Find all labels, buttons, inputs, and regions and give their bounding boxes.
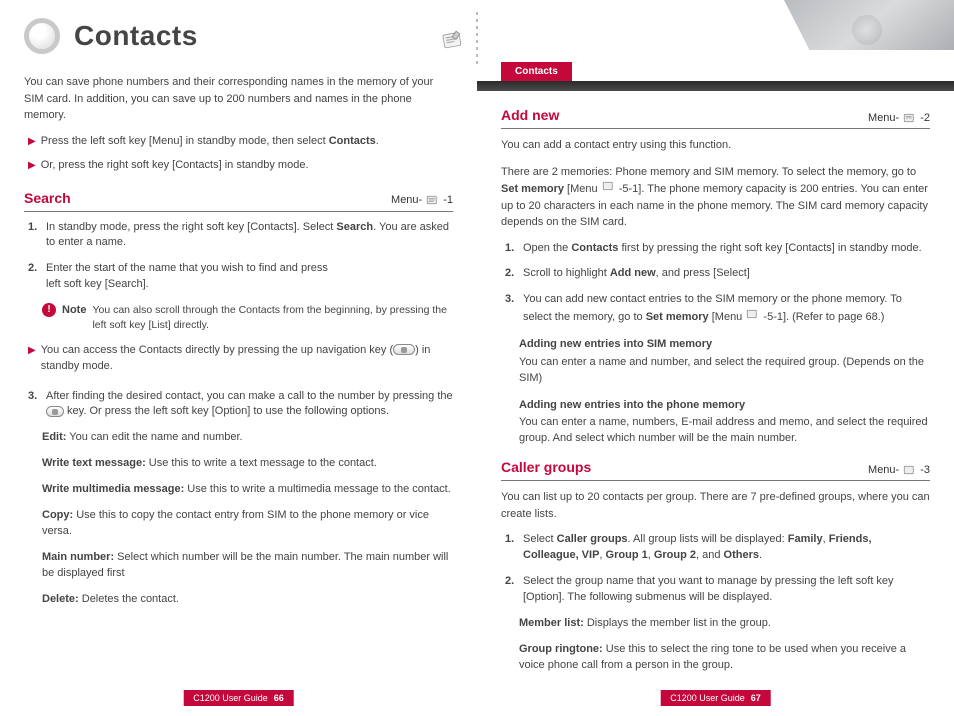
nav-hint: ▶ You can access the Contacts directly b…	[28, 343, 453, 375]
notepad-icon	[902, 464, 917, 476]
page-title: Contacts	[74, 20, 198, 52]
option-member-list: Member list: Displays the member list in…	[519, 616, 930, 632]
notepad-icon	[425, 194, 440, 206]
section-heading: Search	[24, 188, 391, 209]
nav-key-icon	[393, 344, 415, 355]
page-66: Contacts You can save phone numbers and …	[0, 0, 477, 716]
option-copy: Copy: Use this to copy the contact entry…	[42, 508, 453, 540]
menu-path: Menu- -2	[868, 110, 930, 127]
list-item: 1.Select Caller groups. All group lists …	[505, 532, 930, 564]
list-item: 1. In standby mode, press the right soft…	[28, 220, 453, 252]
phone-subhead: Adding new entries into the phone memory	[519, 397, 930, 414]
search-step-3: 3. After finding the desired contact, yo…	[28, 389, 453, 421]
intro-text: You can save phone numbers and their cor…	[24, 74, 453, 608]
list-item: 3. After finding the desired contact, yo…	[28, 389, 453, 421]
option-edit: Edit: You can edit the name and number.	[42, 430, 453, 446]
page-header: Contacts	[24, 18, 453, 54]
list-item: 2.Scroll to highlight Add new, and press…	[505, 266, 930, 282]
section-heading: Add new	[501, 105, 868, 126]
call-key-icon	[46, 406, 64, 417]
arrow-icon: ▶	[28, 158, 36, 174]
arrow-icon: ▶	[28, 343, 36, 375]
page-67: Contacts Add new Menu- -2 You can add a …	[477, 0, 954, 716]
section-addnew-head: Add new Menu- -2	[501, 105, 930, 129]
list-item: 3.You can add new contact entries to the…	[505, 292, 930, 326]
bullet-item: ▶ Or, press the right soft key [Contacts…	[28, 158, 453, 174]
addnew-p2: There are 2 memories: Phone memory and S…	[501, 164, 930, 231]
addnew-p1: You can add a contact entry using this f…	[501, 137, 930, 154]
phone-photo	[784, 0, 954, 50]
phone-text: You can enter a name, numbers, E-mail ad…	[519, 415, 930, 447]
caller-p1: You can list up to 20 contacts per group…	[501, 489, 930, 522]
notepad-icon	[745, 308, 760, 320]
tab-contacts: Contacts	[501, 62, 572, 81]
page-number: 66	[274, 693, 284, 703]
header-stripe	[477, 81, 954, 91]
menu-path: Menu- -3	[868, 462, 930, 479]
option-write-text: Write text message: Use this to write a …	[42, 456, 453, 472]
list-item: 2.Select the group name that you want to…	[505, 574, 930, 606]
section-caller-head: Caller groups Menu- -3	[501, 457, 930, 481]
page-footer: C1200 User Guide 67	[660, 690, 771, 706]
note-callout: ! Note You can also scroll through the C…	[42, 303, 453, 332]
nav-instructions: ▶ Press the left soft key [Menu] in stan…	[28, 134, 453, 174]
search-steps: 1. In standby mode, press the right soft…	[28, 220, 453, 294]
arrow-icon: ▶	[28, 134, 36, 150]
bullet-item: ▶ You can access the Contacts directly b…	[28, 343, 453, 375]
option-write-mms: Write multimedia message: Use this to wr…	[42, 482, 453, 498]
option-group-ringtone: Group ringtone: Use this to select the r…	[519, 642, 930, 674]
caller-steps: 1.Select Caller groups. All group lists …	[505, 532, 930, 606]
list-item: 2. Enter the start of the name that you …	[28, 261, 453, 293]
addnew-steps: 1.Open the Contacts first by pressing th…	[505, 241, 930, 327]
bullet-item: ▶ Press the left soft key [Menu] in stan…	[28, 134, 453, 150]
contacts-section-icon	[439, 30, 465, 52]
notepad-icon	[902, 112, 917, 124]
intro-para: You can save phone numbers and their cor…	[24, 74, 453, 124]
ring-icon	[24, 18, 60, 54]
section-heading: Caller groups	[501, 457, 868, 478]
page-number: 67	[751, 693, 761, 703]
sim-subhead: Adding new entries into SIM memory	[519, 336, 930, 353]
footer-label: C1200 User Guide	[193, 693, 268, 703]
option-delete: Delete: Deletes the contact.	[42, 592, 453, 608]
note-label: Note	[62, 303, 86, 332]
option-main-number: Main number: Select which number will be…	[42, 550, 453, 582]
notepad-icon	[601, 180, 616, 192]
page-footer: C1200 User Guide 66	[183, 690, 294, 706]
tab-bar: Contacts	[501, 62, 930, 81]
alert-icon: !	[42, 303, 56, 317]
sim-text: You can enter a name and number, and sel…	[519, 355, 930, 387]
section-search-head: Search Menu- -1	[24, 188, 453, 212]
note-text: You can also scroll through the Contacts…	[92, 303, 453, 332]
footer-label: C1200 User Guide	[670, 693, 745, 703]
list-item: 1.Open the Contacts first by pressing th…	[505, 241, 930, 257]
menu-path: Menu- -1	[391, 192, 453, 209]
